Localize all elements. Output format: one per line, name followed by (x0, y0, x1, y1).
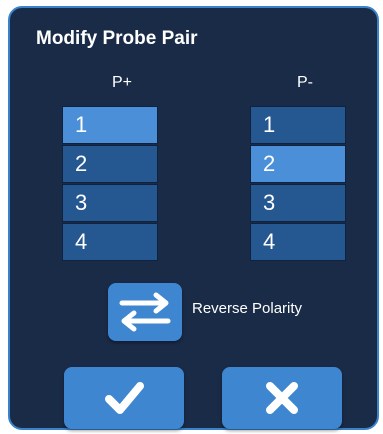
p-minus-item-3[interactable]: 3 (250, 184, 346, 222)
reverse-polarity-button[interactable] (108, 283, 182, 341)
p-minus-item-1[interactable]: 1 (250, 106, 346, 144)
confirm-button[interactable] (64, 367, 184, 429)
close-icon (266, 382, 298, 414)
p-minus-label: P- (297, 74, 313, 91)
checkmark-icon (105, 382, 144, 414)
cancel-button[interactable] (222, 367, 342, 429)
dialog-title: Modify Probe Pair (36, 28, 198, 49)
p-plus-label: P+ (111, 74, 132, 91)
swap-arrows-icon (119, 292, 171, 332)
p-plus-item-1[interactable]: 1 (62, 106, 158, 144)
p-minus-item-4[interactable]: 4 (250, 223, 346, 261)
reverse-polarity-label: Reverse Polarity (192, 300, 303, 317)
modify-probe-pair-dialog: Modify Probe Pair P+ P- 1 2 3 4 1 2 3 4 … (8, 6, 379, 430)
p-plus-item-2[interactable]: 2 (62, 145, 158, 183)
p-minus-item-2[interactable]: 2 (250, 145, 346, 183)
p-minus-list: 1 2 3 4 (250, 106, 346, 262)
p-plus-item-4[interactable]: 4 (62, 223, 158, 261)
p-plus-item-3[interactable]: 3 (62, 184, 158, 222)
p-plus-list: 1 2 3 4 (62, 106, 158, 262)
